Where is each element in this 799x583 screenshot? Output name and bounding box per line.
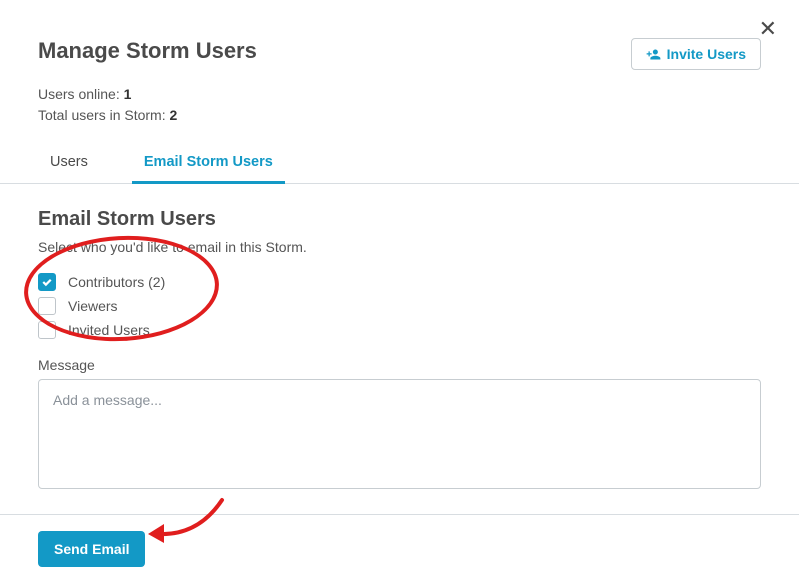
tab-users[interactable]: Users: [38, 144, 100, 184]
message-textarea[interactable]: [38, 379, 761, 489]
tab-email-storm-users[interactable]: Email Storm Users: [132, 144, 285, 184]
checkbox-invited-users[interactable]: [38, 321, 56, 339]
checkbox-contributors[interactable]: [38, 273, 56, 291]
checkbox-row-invited: Invited Users: [38, 321, 761, 339]
modal-content: Email Storm Users Select who you'd like …: [0, 184, 799, 514]
users-total-row: Total users in Storm: 2: [38, 105, 761, 126]
user-stats: Users online: 1 Total users in Storm: 2: [38, 84, 761, 126]
section-title: Email Storm Users: [38, 208, 761, 231]
checkbox-viewers[interactable]: [38, 297, 56, 315]
users-online-value: 1: [124, 86, 132, 102]
users-online-row: Users online: 1: [38, 84, 761, 105]
users-online-label: Users online:: [38, 86, 124, 102]
manage-users-modal: ✕ Manage Storm Users Invite Users Users …: [0, 0, 799, 582]
add-user-icon: [646, 47, 661, 62]
tabs-bar: Users Email Storm Users: [0, 144, 799, 184]
section-subtitle: Select who you'd like to email in this S…: [38, 239, 761, 255]
recipient-checkbox-list: Contributors (2) Viewers Invited Users: [38, 273, 761, 339]
close-button[interactable]: ✕: [759, 18, 777, 40]
modal-footer: Send Email: [0, 514, 799, 583]
checkbox-row-viewers: Viewers: [38, 297, 761, 315]
checkbox-contributors-label: Contributors (2): [68, 274, 165, 290]
header-top-row: Manage Storm Users Invite Users: [38, 38, 761, 70]
users-total-value: 2: [170, 107, 178, 123]
invite-users-button[interactable]: Invite Users: [631, 38, 761, 70]
send-email-button[interactable]: Send Email: [38, 531, 145, 567]
check-icon: [41, 276, 53, 288]
users-total-label: Total users in Storm:: [38, 107, 170, 123]
modal-title: Manage Storm Users: [38, 38, 257, 64]
checkbox-row-contributors: Contributors (2): [38, 273, 761, 291]
message-label: Message: [38, 357, 761, 373]
close-icon: ✕: [759, 16, 777, 41]
invite-users-label: Invite Users: [667, 46, 746, 62]
checkbox-invited-users-label: Invited Users: [68, 322, 150, 338]
checkbox-viewers-label: Viewers: [68, 298, 118, 314]
modal-header: Manage Storm Users Invite Users Users on…: [0, 0, 799, 126]
